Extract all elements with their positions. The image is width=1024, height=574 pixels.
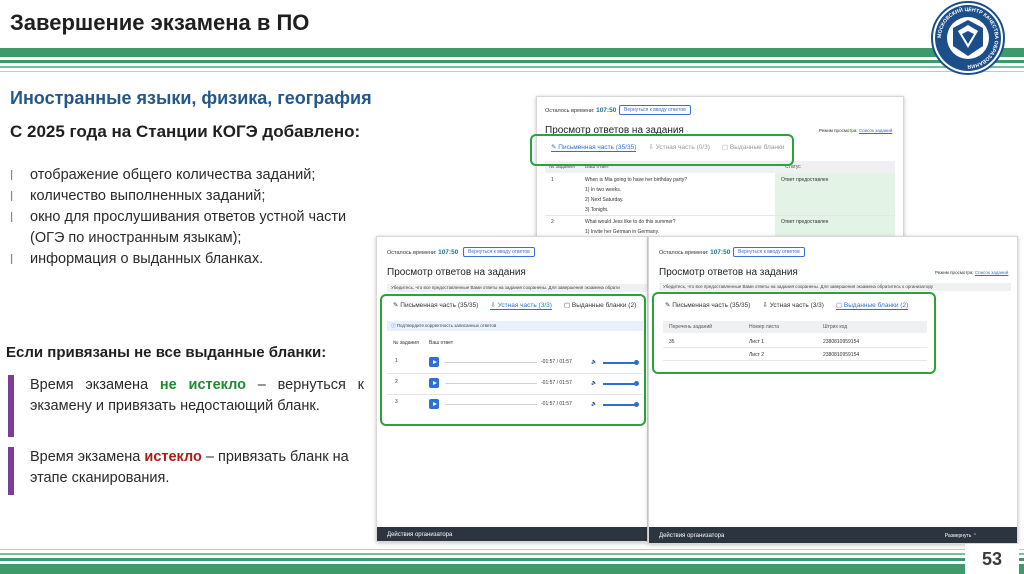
section-heading: Если привязаны не все выданные бланки:	[6, 344, 327, 361]
list-item: информация о выданных бланках.	[10, 249, 410, 270]
highlight-tabs	[530, 134, 794, 166]
page-number: 53	[965, 544, 1019, 574]
view-mode-link[interactable]: Список заданий	[975, 270, 1008, 275]
feature-list: отображение общего количества заданий; к…	[10, 165, 410, 270]
screenshot-issued-forms: Осталось времени: 107:50 Вернуться к вво…	[648, 236, 1018, 544]
screen-heading: Просмотр ответов на задания	[387, 267, 526, 278]
list-item: окно для прослушивания ответов устной ча…	[10, 207, 410, 228]
time-remaining: 107:50	[596, 107, 617, 114]
list-item: отображение общего количества заданий;	[10, 165, 410, 186]
note-expired: Время экзамена истекло – привязать бланк…	[8, 447, 364, 495]
highlight-oral-panel	[380, 294, 646, 426]
lead-text: С 2025 года на Станции КОГЭ добавлено:	[10, 122, 361, 141]
organizer-actions-bar[interactable]: Действия организатора Развернуть ⌃	[649, 527, 1017, 543]
not-expired-highlight: не истекло	[159, 377, 246, 393]
accent-bar	[8, 375, 14, 437]
section-subtitle: Иностранные языки, физика, география	[10, 88, 372, 108]
expand-button[interactable]: Развернуть ⌃	[945, 527, 977, 543]
return-button[interactable]: Вернуться к вводу ответов	[733, 247, 805, 257]
chevron-up-icon: ⌃	[972, 533, 977, 539]
organizer-actions-bar[interactable]: Действия организатора	[377, 527, 647, 541]
top-stripes	[0, 48, 1024, 78]
accent-bar	[8, 447, 14, 495]
screen-heading: Просмотр ответов на задания	[659, 267, 798, 278]
mcko-logo: МОСКОВСКИЙ ЦЕНТР КАЧЕСТВА ОБРАЗОВАНИЯ	[931, 1, 1005, 75]
note-not-expired: Время экзамена не истекло – вернуться к …	[8, 375, 364, 437]
list-item: количество выполненных заданий;	[10, 186, 410, 207]
time-remaining: 107:50	[710, 249, 731, 256]
list-item: (ОГЭ по иностранным языкам);	[30, 230, 242, 246]
view-mode-link[interactable]: Список заданий	[859, 128, 892, 133]
highlight-forms-panel	[652, 292, 936, 374]
return-button[interactable]: Вернуться к вводу ответов	[463, 247, 535, 257]
status-badge: Ответ предоставлен	[781, 177, 829, 183]
return-button[interactable]: Вернуться к вводу ответов	[619, 105, 691, 115]
status-badge: Ответ предоставлен	[781, 219, 829, 225]
time-remaining: 107:50	[438, 249, 459, 256]
slide-title: Завершение экзамена в ПО	[10, 10, 310, 35]
bottom-stripes	[0, 549, 1024, 574]
screenshot-written-part: Осталось времени: 107:50 Вернуться к вво…	[536, 96, 904, 238]
expired-highlight: истекло	[144, 449, 202, 465]
